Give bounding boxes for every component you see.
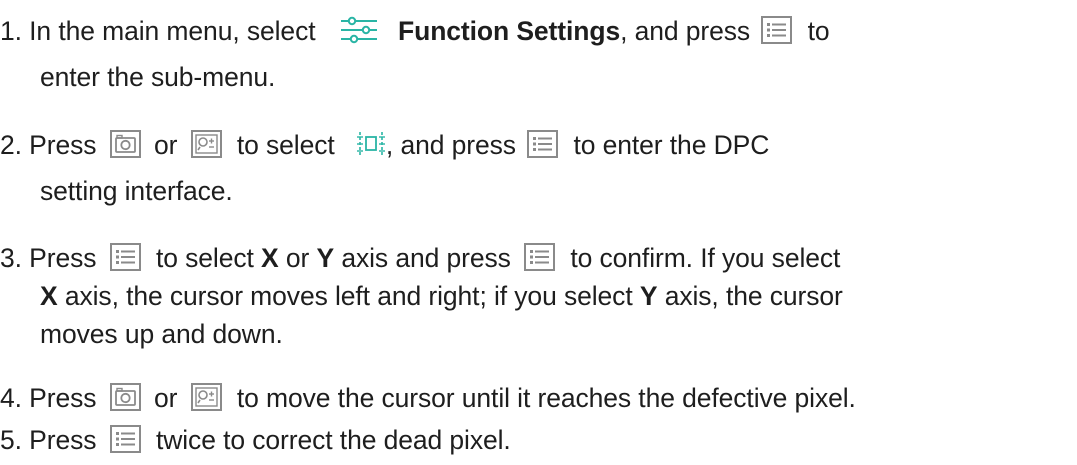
step-text: to: [807, 16, 830, 46]
step-text: moves up and down.: [40, 319, 283, 349]
step-1-line-1: 1. In the main menu, select Function Set…: [0, 11, 830, 51]
menu-button-icon: [109, 243, 141, 271]
step-3-line-1: 3. Press to select X or Y axis and press…: [0, 238, 840, 278]
step-text: to select: [236, 130, 335, 160]
step-text: In the main menu, select: [29, 16, 316, 46]
step-text: or: [285, 243, 310, 273]
step-text: Press: [29, 130, 97, 160]
step-3-line-3: moves up and down.: [40, 314, 283, 354]
step-text: Press: [29, 383, 97, 413]
step-text: axis and press: [341, 243, 511, 273]
x-axis-label: X: [261, 243, 279, 273]
step-text: setting interface.: [40, 176, 233, 206]
step-text: , and press: [620, 16, 751, 46]
step-4-line-1: 4. Press or to move the cursor until it …: [0, 378, 856, 418]
step-text: Press: [29, 425, 97, 455]
step-number: 3.: [0, 243, 22, 273]
zoom-button-icon: [190, 383, 222, 411]
step-3-line-2: X axis, the cursor moves left and right;…: [40, 276, 843, 316]
camera-button-icon: [109, 130, 141, 158]
step-text: axis, the cursor moves left and right; i…: [64, 281, 633, 311]
step-text: to enter the DPC: [573, 130, 770, 160]
menu-button-icon: [527, 130, 559, 158]
step-text: or: [153, 383, 178, 413]
step-text: to move the cursor until it reaches the …: [236, 383, 856, 413]
function-settings-label: Function Settings: [398, 16, 621, 46]
step-text: , and press: [385, 130, 516, 160]
y-axis-label: Y: [316, 243, 335, 273]
step-text: or: [153, 130, 178, 160]
step-number: 2.: [0, 130, 22, 160]
step-5-line-1: 5. Press twice to correct the dead pixel…: [0, 420, 511, 460]
step-number: 5.: [0, 425, 22, 455]
step-2-line-2: setting interface.: [40, 171, 233, 211]
x-axis-label: X: [40, 281, 58, 311]
step-number: 1.: [0, 16, 22, 46]
step-text: axis, the cursor: [664, 281, 843, 311]
step-text: Press: [29, 243, 97, 273]
step-text: enter the sub-menu.: [40, 62, 276, 92]
menu-button-icon: [524, 243, 556, 271]
dpc-icon: [356, 129, 386, 159]
step-2-line-1: 2. Press or to select , and press to ent…: [0, 125, 769, 165]
zoom-button-icon: [190, 130, 222, 158]
step-text: to confirm. If you select: [570, 243, 841, 273]
instruction-document: 1. In the main menu, select Function Set…: [0, 0, 1077, 465]
camera-button-icon: [109, 383, 141, 411]
step-text: to select: [155, 243, 254, 273]
function-settings-icon: [339, 16, 379, 44]
menu-button-icon: [109, 425, 141, 453]
step-number: 4.: [0, 383, 22, 413]
y-axis-label: Y: [639, 281, 658, 311]
step-1-line-2: enter the sub-menu.: [40, 57, 275, 97]
menu-button-icon: [761, 16, 793, 44]
step-text: twice to correct the dead pixel.: [155, 425, 511, 455]
